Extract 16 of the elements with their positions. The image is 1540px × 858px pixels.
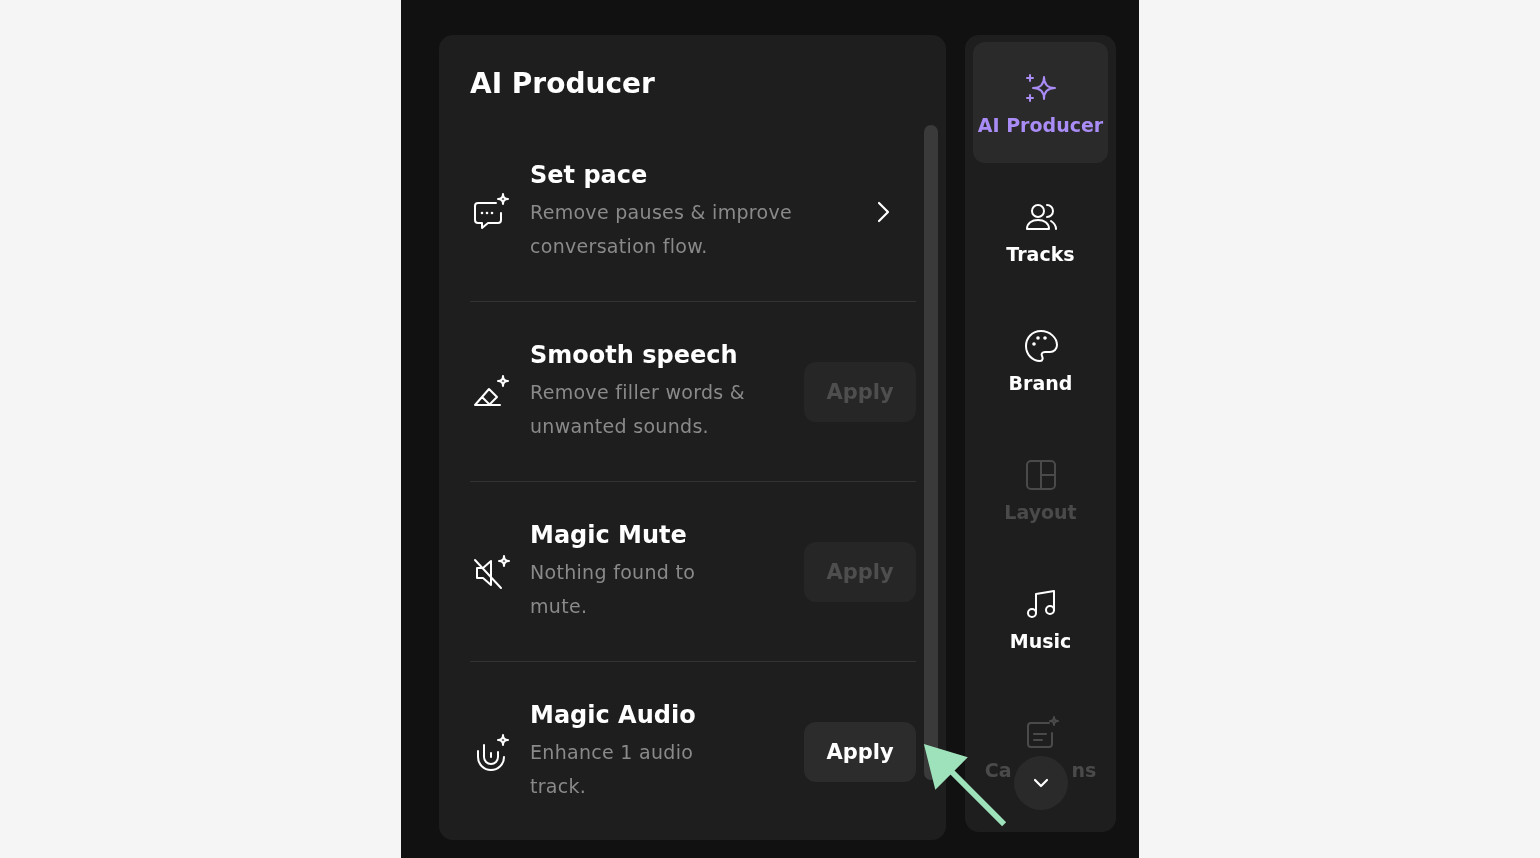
tool-title: Magic Mute (530, 520, 688, 549)
sidebar-item[interactable]: Tracks (973, 171, 1108, 292)
sidebar-item[interactable]: AI Producer (973, 42, 1108, 163)
tool-description: Nothing found to mute. (530, 559, 697, 619)
tool-description: Remove filler words & unwanted sounds. (530, 379, 746, 439)
tool-title: Smooth speech (530, 340, 739, 369)
sidebar-item[interactable]: Music (973, 558, 1108, 679)
tool-description: Enhance 1 audio track. (530, 740, 695, 799)
tool-title: Set pace (530, 160, 649, 189)
tool-description: Remove pauses & improve conversation flow. (530, 199, 793, 259)
sidebar-item[interactable]: Brand (973, 300, 1108, 421)
tool-title: Magic Audio (530, 701, 697, 729)
palette-icon (1022, 327, 1059, 364)
panel-title: AI Producer (470, 67, 656, 100)
scrollbar[interactable] (924, 125, 938, 780)
apply-button[interactable]: Apply (804, 722, 916, 782)
